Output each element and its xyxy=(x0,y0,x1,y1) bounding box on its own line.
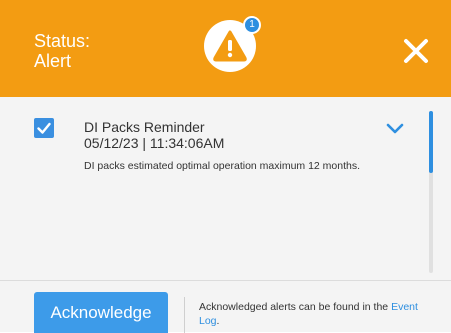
alert-count-badge: 1 xyxy=(243,16,261,34)
status-title: Status: Alert xyxy=(34,31,90,71)
acknowledge-button[interactable]: Acknowledge xyxy=(34,292,168,333)
chevron-down-icon xyxy=(386,123,404,134)
alert-name: DI Packs Reminder xyxy=(84,119,205,135)
status-value: Alert xyxy=(34,51,72,71)
close-icon xyxy=(404,39,428,63)
close-button[interactable] xyxy=(402,37,430,65)
alert-checkbox[interactable] xyxy=(34,118,54,138)
footer-divider xyxy=(184,297,185,333)
footer-note: Acknowledged alerts can be found in the … xyxy=(199,300,419,328)
expand-button[interactable] xyxy=(386,122,404,134)
alert-description: DI packs estimated optimal operation max… xyxy=(84,160,361,172)
footer-note-suffix: . xyxy=(216,315,220,327)
alert-header: Status: Alert 1 xyxy=(0,0,451,97)
alert-footer: Acknowledge Acknowledged alerts can be f… xyxy=(0,280,451,333)
footer-note-text: Acknowledged alerts can be found in the xyxy=(199,301,389,313)
alert-timestamp: 05/12/23 | 11:34:06AM xyxy=(84,135,225,151)
status-label: Status: xyxy=(34,31,91,51)
checkmark-icon xyxy=(37,122,51,134)
alert-list: DI Packs Reminder 05/12/23 | 11:34:06AM … xyxy=(0,97,451,280)
scrollbar-track[interactable] xyxy=(429,111,433,273)
scrollbar-thumb[interactable] xyxy=(429,111,433,173)
